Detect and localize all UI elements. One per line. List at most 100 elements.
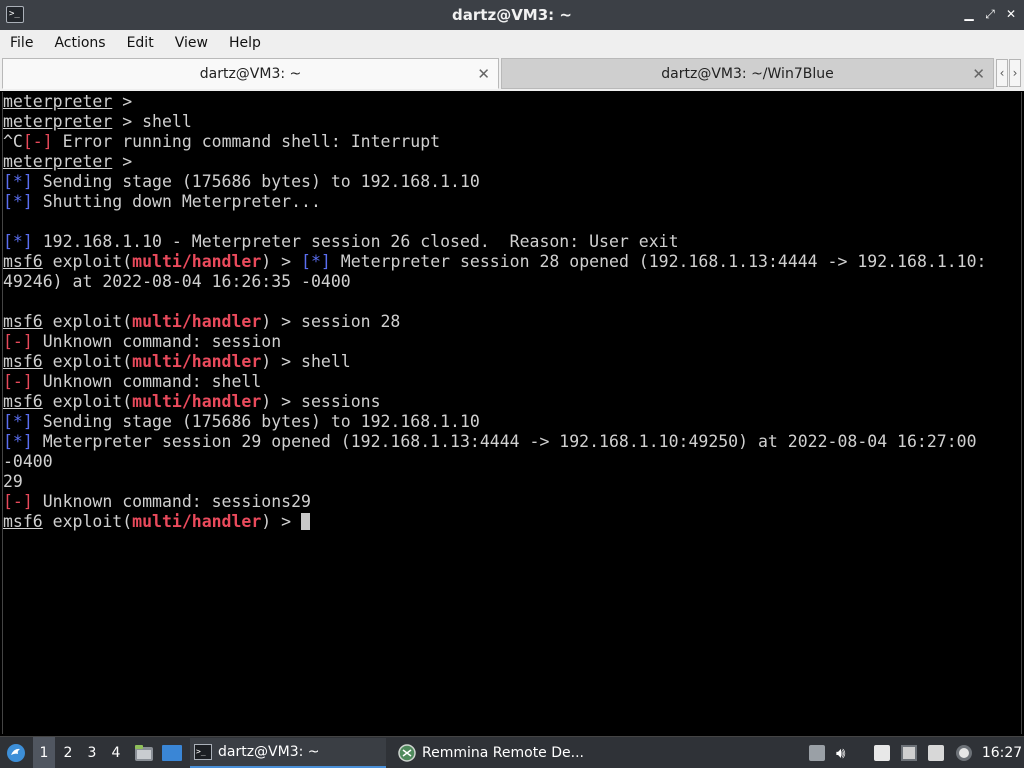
terminal-line: msf6 exploit(multi/handler) > shell (3, 352, 351, 372)
terminal-text: 49246) at 2022-08-04 16:26:35 -0400 (3, 272, 351, 291)
terminal-line: 49246) at 2022-08-04 16:26:35 -0400 (3, 272, 351, 292)
terminal-text: Meterpreter session 28 opened (192.168.1… (330, 252, 987, 271)
show-desktop-icon (162, 745, 182, 761)
clipboard-icon[interactable] (809, 745, 825, 761)
menu-help[interactable]: Help (229, 35, 261, 51)
menu-actions[interactable]: Actions (54, 35, 105, 51)
terminal-text: 192.168.1.10 - Meterpreter session 26 cl… (32, 232, 679, 251)
terminal-text: meterpreter (3, 112, 113, 131)
terminal-text: > (112, 152, 133, 171)
terminal-line: meterpreter > shell (3, 112, 192, 132)
terminal-text: [-] (3, 492, 33, 511)
terminal-line: [*] Meterpreter session 29 opened (192.1… (3, 432, 977, 452)
workspace-2[interactable]: 2 (57, 737, 79, 768)
terminal-text: Sending stage (175686 bytes) to 192.168.… (32, 172, 480, 191)
terminal-line: msf6 exploit(multi/handler) > session 28 (3, 312, 400, 332)
window-title: dartz@VM3: ~ (452, 6, 572, 24)
tab-bar: dartz@VM3: ~ ✕ dartz@VM3: ~/Win7Blue ✕ ‹… (0, 56, 1024, 91)
terminal-icon: >_ (194, 744, 212, 760)
terminal-text: meterpreter (3, 92, 113, 111)
terminal-text: msf6 (3, 252, 43, 271)
terminal-line: -0400 (3, 452, 53, 472)
terminal-text: Error running command shell: Interrupt (52, 132, 441, 151)
terminal-text: [*] (3, 172, 33, 191)
close-tab-icon[interactable]: ✕ (477, 65, 490, 83)
menu-view[interactable]: View (175, 35, 208, 51)
maximize-icon[interactable]: ⤢ (983, 7, 997, 21)
terminal-line: ^C[-] Error running command shell: Inter… (3, 132, 440, 152)
terminal-text: exploit( (42, 352, 133, 371)
terminal-text: ) > session 28 (261, 312, 401, 331)
workspace-3[interactable]: 3 (81, 737, 103, 768)
tab-home-label: dartz@VM3: ~ (199, 65, 302, 82)
notes-icon[interactable] (874, 745, 890, 761)
terminal-text: multi/handler (132, 352, 262, 371)
chevron-left-icon[interactable]: ‹ (996, 59, 1008, 87)
terminal-line: meterpreter > (3, 92, 132, 112)
desktop-launcher[interactable] (160, 737, 184, 768)
terminal-text: [-] (22, 132, 53, 151)
terminal-text: exploit( (42, 392, 133, 411)
terminal-line: [*] Shutting down Meterpreter... (3, 192, 321, 212)
task-terminal-label: dartz@VM3: ~ (218, 744, 320, 760)
terminal-text: msf6 (3, 312, 43, 331)
taskbar: 1 2 3 4 >_ dartz@VM3: ~ Remmina Remote D… (0, 736, 1024, 768)
terminal-text: [-] (3, 332, 33, 351)
terminal-text: multi/handler (132, 392, 262, 411)
terminal-text: [*] (301, 252, 331, 271)
tab-win7blue-label: dartz@VM3: ~/Win7Blue (661, 65, 834, 82)
terminal-text: ) > (261, 252, 302, 271)
clock[interactable]: 16:27 (982, 737, 1022, 768)
terminal-line: meterpreter > (3, 152, 132, 172)
terminal-line: [*] Sending stage (175686 bytes) to 192.… (3, 172, 480, 192)
close-icon[interactable]: ✕ (1004, 7, 1018, 21)
terminal-text: ) > sessions (261, 392, 381, 411)
menu-edit[interactable]: Edit (127, 35, 154, 51)
terminal-output[interactable]: meterpreter > meterpreter > shell ^C[-] Er… (2, 92, 1022, 734)
terminal-text: msf6 (3, 512, 43, 531)
terminal-text: multi/handler (132, 512, 262, 531)
tab-home[interactable]: dartz@VM3: ~ ✕ (2, 58, 499, 89)
terminal-text: Unknown command: sessions29 (32, 492, 311, 511)
start-menu-button[interactable] (4, 737, 28, 768)
tab-win7blue[interactable]: dartz@VM3: ~/Win7Blue ✕ (501, 58, 994, 89)
terminal-text: [*] (3, 192, 33, 211)
power-icon[interactable] (956, 745, 972, 761)
terminal-line: msf6 exploit(multi/handler) > [*] Meterp… (3, 252, 987, 272)
close-tab-icon[interactable]: ✕ (972, 65, 985, 83)
terminal-text: multi/handler (132, 252, 262, 271)
terminal-text: > shell (112, 112, 192, 131)
terminal-text: ) > (261, 512, 302, 531)
menu-bar: File Actions Edit View Help (0, 30, 1024, 56)
minimize-icon[interactable]: ▁ (962, 7, 976, 21)
terminal-line: [*] Sending stage (175686 bytes) to 192.… (3, 412, 480, 432)
terminal-text: 29 (3, 472, 23, 491)
terminal-text: -0400 (3, 452, 53, 471)
terminal-text: [*] (3, 432, 33, 451)
file-manager-launcher[interactable] (133, 737, 155, 768)
terminal-text: exploit( (42, 312, 133, 331)
remmina-icon (398, 744, 416, 762)
workspace-4[interactable]: 4 (105, 737, 127, 768)
terminal-text: ^C (3, 132, 23, 151)
workspace-1[interactable]: 1 (33, 737, 55, 768)
task-remmina-label: Remmina Remote De... (422, 745, 584, 761)
network-icon[interactable] (901, 745, 917, 761)
task-terminal[interactable]: >_ dartz@VM3: ~ (190, 738, 386, 768)
volume-icon[interactable]: 🔊︎ (836, 745, 852, 761)
terminal-text: meterpreter (3, 152, 113, 171)
terminal-text: exploit( (42, 512, 133, 531)
task-remmina[interactable]: Remmina Remote De... (394, 738, 594, 768)
window-titlebar[interactable]: >_ dartz@VM3: ~ ▁ ⤢ ✕ (0, 0, 1024, 30)
terminal-text: Unknown command: session (32, 332, 282, 351)
notification-icon[interactable] (928, 745, 944, 761)
terminal-text: Unknown command: shell (32, 372, 262, 391)
terminal-text: Meterpreter session 29 opened (192.168.1… (32, 432, 977, 451)
terminal-line: [-] Unknown command: shell (3, 372, 261, 392)
menu-file[interactable]: File (10, 35, 33, 51)
terminal-line: [-] Unknown command: session (3, 332, 281, 352)
chevron-right-icon[interactable]: › (1009, 59, 1021, 87)
terminal-text: Sending stage (175686 bytes) to 192.168.… (32, 412, 480, 431)
terminal-line: msf6 exploit(multi/handler) > sessions (3, 392, 381, 412)
terminal-text: Shutting down Meterpreter... (32, 192, 321, 211)
